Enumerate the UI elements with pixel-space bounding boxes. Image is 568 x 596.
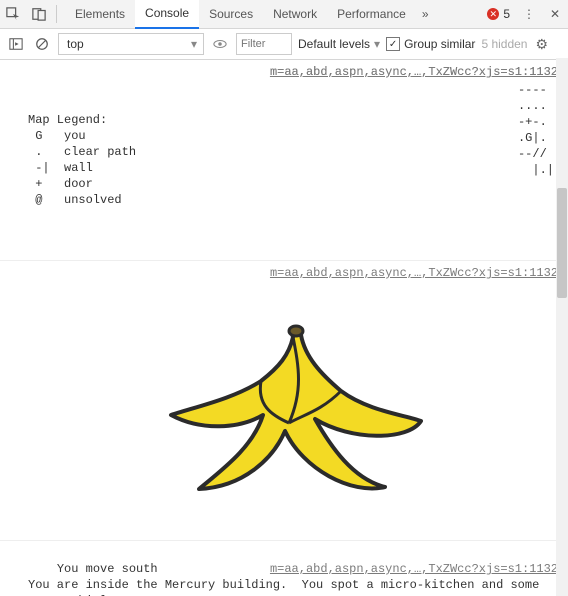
log-entry-move: m=aa,abd,aspn,async,…,TxZWcc?xjs=s1:1132… xyxy=(0,541,568,596)
error-dot-icon: ✕ xyxy=(487,8,499,20)
map-legend-text: Map Legend: G you . clear path -| wall +… xyxy=(28,112,558,208)
log-levels-selector[interactable]: Default levels ▾ xyxy=(298,37,380,51)
devtools-tabbar: Elements Console Sources Network Perform… xyxy=(0,0,568,29)
eye-icon[interactable] xyxy=(210,34,230,54)
error-count[interactable]: ✕ 5 xyxy=(487,7,510,21)
context-value: top xyxy=(67,37,84,51)
scrollbar-thumb[interactable] xyxy=(557,188,567,298)
error-count-value: 5 xyxy=(503,7,510,21)
log-entry-legend: m=aa,abd,aspn,async,…,TxZWcc?xjs=s1:1132… xyxy=(0,60,568,261)
source-link[interactable]: m=aa,abd,aspn,async,…,TxZWcc?xjs=s1:1132 xyxy=(270,265,558,281)
tabs: Elements Console Sources Network Perform… xyxy=(65,0,435,28)
clear-console-icon[interactable] xyxy=(32,34,52,54)
sidebar-toggle-icon[interactable] xyxy=(6,34,26,54)
group-similar-label: Group similar xyxy=(404,37,475,51)
gear-icon[interactable]: ⚙ xyxy=(535,36,548,53)
checkbox-checked-icon: ✓ xyxy=(386,37,400,51)
chevron-down-icon: ▾ xyxy=(191,37,197,51)
tab-elements[interactable]: Elements xyxy=(65,0,135,28)
tab-network[interactable]: Network xyxy=(263,0,327,28)
console-body: m=aa,abd,aspn,async,…,TxZWcc?xjs=s1:1132… xyxy=(0,60,568,596)
scrollbar[interactable] xyxy=(556,58,568,596)
source-link[interactable]: m=aa,abd,aspn,async,…,TxZWcc?xjs=s1:1132 xyxy=(270,64,558,80)
tab-sources[interactable]: Sources xyxy=(199,0,263,28)
close-icon[interactable]: ✕ xyxy=(542,7,568,21)
console-toolbar: top ▾ Default levels ▾ ✓ Group similar 5… xyxy=(0,29,568,60)
levels-label: Default levels xyxy=(298,37,370,51)
source-link[interactable]: m=aa,abd,aspn,async,…,TxZWcc?xjs=s1:1132 xyxy=(270,561,558,577)
banana-peel-image xyxy=(28,313,558,504)
hidden-count[interactable]: 5 hidden xyxy=(481,37,527,51)
kebab-menu-icon[interactable]: ⋮ xyxy=(516,7,542,21)
divider xyxy=(56,5,57,23)
tabs-overflow-icon[interactable]: » xyxy=(416,0,435,28)
chevron-down-icon: ▾ xyxy=(374,37,380,51)
log-entry-image: m=aa,abd,aspn,async,…,TxZWcc?xjs=s1:1132 xyxy=(0,261,568,541)
context-selector[interactable]: top ▾ xyxy=(58,33,204,55)
group-similar-checkbox[interactable]: ✓ Group similar xyxy=(386,37,475,51)
device-toolbar-icon[interactable] xyxy=(26,7,52,21)
filter-input[interactable] xyxy=(236,33,292,55)
tab-performance[interactable]: Performance xyxy=(327,0,416,28)
tab-console[interactable]: Console xyxy=(135,0,199,29)
map-art: ---- .... -+-. .G|. --// |.| xyxy=(518,82,554,178)
inspect-element-icon[interactable] xyxy=(0,7,26,21)
